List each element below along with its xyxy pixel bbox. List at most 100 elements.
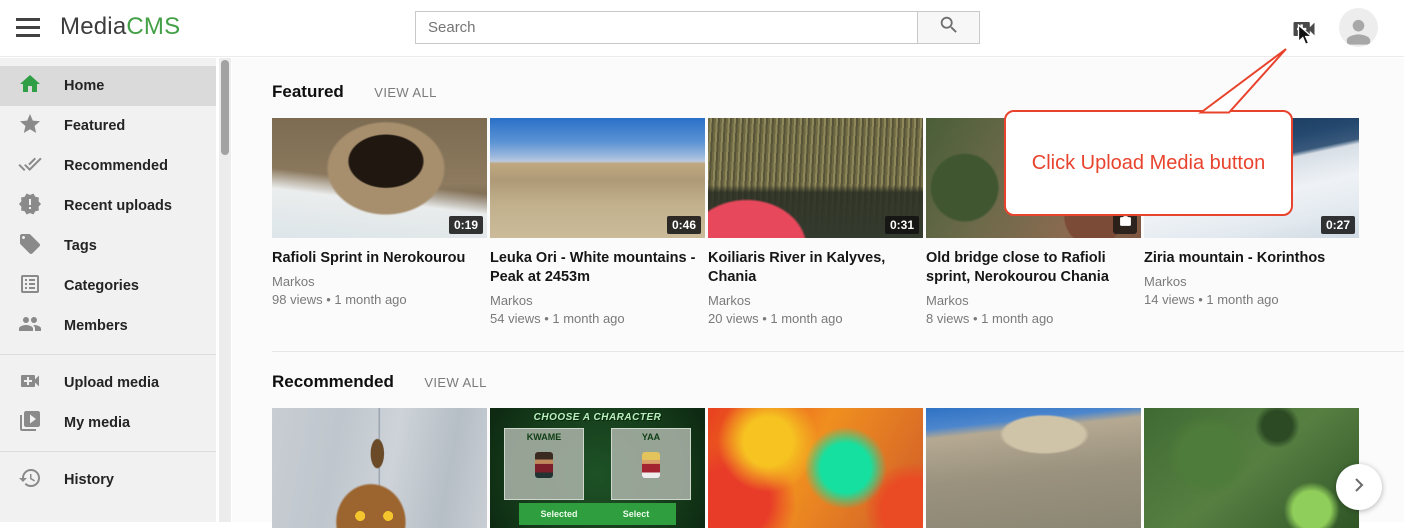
sidebar-label: Featured [64,118,125,134]
media-title[interactable]: Ziria mountain - Korinthos [1144,249,1359,268]
sidebar-item-upload-media[interactable]: Upload media [0,363,216,403]
media-title[interactable]: Leuka Ori - White mountains - Peak at 24… [490,249,705,287]
star-icon [18,112,42,141]
media-card[interactable] [1144,408,1359,528]
character-sprite [535,452,553,478]
video-library-icon [18,409,42,438]
logo-media-text: Media [60,13,126,40]
media-meta: 14 views • 1 month ago [1144,292,1359,307]
sidebar-item-history[interactable]: History [0,460,216,500]
duration-badge: 0:31 [885,216,919,234]
sidebar-label: Categories [64,278,139,294]
camera-icon [1119,215,1132,233]
logo-cms-text: CMS [126,13,180,40]
media-card[interactable]: CHOOSE A CHARACTER KWAME Selected YAA Se… [490,408,705,528]
carousel-next-button[interactable] [1336,464,1382,510]
media-card[interactable] [926,408,1141,528]
media-card[interactable]: 0:31 Koiliaris River in Kalyves, Chania … [708,118,923,326]
media-author[interactable]: Markos [926,293,1141,308]
recommended-cards-row: CHOOSE A CHARACTER KWAME Selected YAA Se… [232,408,1404,528]
sidebar-label: Members [64,318,128,334]
character-sprite [642,452,660,478]
media-card[interactable]: 0:46 Leuka Ori - White mountains - Peak … [490,118,705,326]
recommended-view-all-link[interactable]: VIEW ALL [424,375,486,390]
duration-badge: 0:46 [667,216,701,234]
search-bar [415,11,980,44]
sidebar-label: Recommended [64,158,168,174]
top-bar: MediaCMS [0,0,1404,57]
sidebar-divider [0,354,216,355]
sidebar-item-recommended[interactable]: Recommended [0,146,216,186]
home-icon [18,72,42,101]
duration-badge: 0:27 [1321,216,1355,234]
video-thumbnail[interactable] [1144,408,1359,528]
sidebar-item-members[interactable]: Members [0,306,216,346]
history-icon [18,466,42,495]
sidebar-item-recent-uploads[interactable]: Recent uploads [0,186,216,226]
media-author[interactable]: Markos [490,293,705,308]
media-meta: 20 views • 1 month ago [708,311,923,326]
video-thumbnail[interactable]: 0:19 [272,118,487,238]
media-card[interactable] [272,408,487,528]
annotation-text: Click Upload Media button [1032,152,1265,175]
media-meta: 54 views • 1 month ago [490,311,705,326]
featured-section-header: Featured VIEW ALL [232,58,1404,102]
thumbnail-text: KWAME [505,432,583,442]
sidebar-label: Upload media [64,375,159,391]
video-thumbnail[interactable]: CHOOSE A CHARACTER KWAME Selected YAA Se… [490,408,705,528]
sidebar-item-my-media[interactable]: My media [0,403,216,443]
sidebar-scrollbar-thumb[interactable] [221,60,229,155]
sidebar-label: Recent uploads [64,198,172,214]
search-icon [938,14,960,41]
featured-view-all-link[interactable]: VIEW ALL [374,85,436,100]
sidebar-item-tags[interactable]: Tags [0,226,216,266]
video-thumbnail[interactable]: 0:46 [490,118,705,238]
hamburger-menu-icon[interactable] [16,18,40,38]
media-author[interactable]: Markos [1144,274,1359,289]
search-input[interactable] [415,11,917,44]
media-title[interactable]: Rafioli Sprint in Nerokourou [272,249,487,268]
sidebar-item-featured[interactable]: Featured [0,106,216,146]
media-author[interactable]: Markos [272,274,487,289]
media-card[interactable] [708,408,923,528]
thumbnail-text: CHOOSE A CHARACTER [490,412,705,423]
list-icon [18,272,42,301]
section-title-recommended: Recommended [272,372,394,392]
tag-icon [18,232,42,261]
video-thumbnail[interactable] [272,408,487,528]
thumbnail-panel: YAA Select [611,428,691,500]
video-thumbnail[interactable] [926,408,1141,528]
media-title[interactable]: Old bridge close to Rafioli sprint, Nero… [926,249,1141,287]
sidebar-scrollbar[interactable] [219,58,231,522]
user-avatar[interactable] [1339,8,1378,47]
video-call-icon [18,369,42,398]
search-button[interactable] [917,11,980,44]
media-author[interactable]: Markos [708,293,923,308]
media-meta: 98 views • 1 month ago [272,292,487,307]
mouse-cursor [1297,24,1317,52]
people-icon [18,312,42,341]
sidebar-label: Tags [64,238,97,254]
thumbnail-text: YAA [612,432,690,442]
media-card[interactable]: 0:19 Rafioli Sprint in Nerokourou Markos… [272,118,487,326]
sidebar-label: History [64,472,114,488]
recommended-section-header: Recommended VIEW ALL [232,352,1404,392]
app-logo[interactable]: MediaCMS [60,13,180,41]
annotation-callout: Click Upload Media button [1004,110,1293,216]
sidebar-body: Home Featured Recommended Recent uploads… [0,58,216,522]
video-thumbnail[interactable]: 0:31 [708,118,923,238]
sidebar: Home Featured Recommended Recent uploads… [0,58,231,522]
sidebar-item-categories[interactable]: Categories [0,266,216,306]
section-title-featured: Featured [272,82,344,102]
duration-badge: 0:19 [449,216,483,234]
thumbnail-panel: KWAME Selected [504,428,584,500]
double-check-icon [18,152,42,181]
chevron-right-icon [1347,473,1371,502]
photo-badge [1113,214,1137,234]
sidebar-label: My media [64,415,130,431]
video-thumbnail[interactable] [708,408,923,528]
media-meta: 8 views • 1 month ago [926,311,1141,326]
media-title[interactable]: Koiliaris River in Kalyves, Chania [708,249,923,287]
new-releases-icon [18,192,42,221]
sidebar-item-home[interactable]: Home [0,66,216,106]
